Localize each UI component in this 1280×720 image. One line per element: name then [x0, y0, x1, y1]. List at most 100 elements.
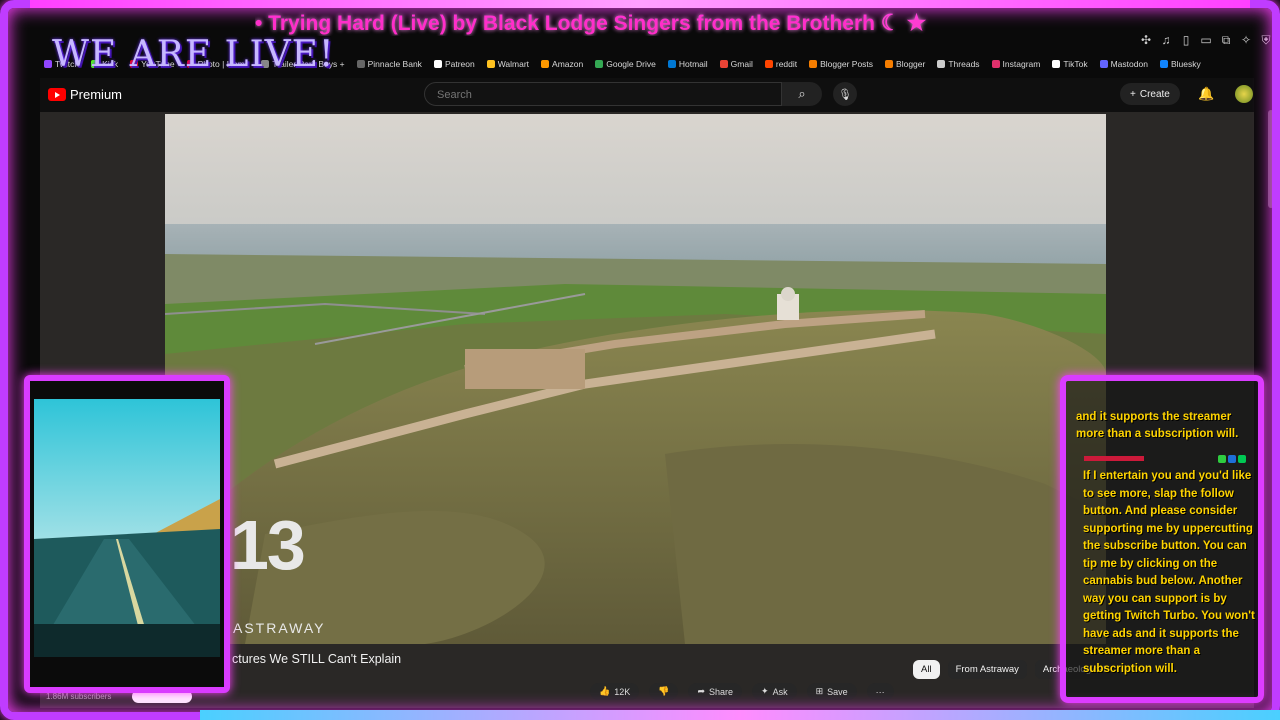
youtube-header: Premium ⌕ 🎙 + Create 🔔: [40, 78, 1254, 112]
bookmark-item[interactable]: Hotmail: [667, 59, 708, 69]
search-button[interactable]: ⌕: [782, 82, 822, 106]
search-icon: ⌕: [798, 86, 806, 101]
bookmark-item[interactable]: reddit: [764, 59, 798, 69]
sparkle-icon: ✦: [761, 686, 769, 696]
bookmark-favicon-icon: [595, 60, 604, 68]
bookmark-item[interactable]: Mastodon: [1099, 59, 1148, 69]
bookmark-label: Instagram: [1002, 59, 1041, 69]
bookmark-icon: ⊞: [815, 686, 824, 696]
video-player[interactable]: [165, 114, 1106, 644]
ask-button[interactable]: ✦ Ask: [752, 683, 797, 700]
video-actions-bar: 👍 12K 👎 ➦ Share ✦ Ask ⊞ Save ···: [590, 683, 894, 700]
bookmark-item[interactable]: Gmail: [719, 59, 753, 69]
thumbs-up-icon: 👍: [599, 686, 611, 696]
bookmark-item[interactable]: Blogger Posts: [809, 59, 873, 69]
webcam-overlay: [24, 375, 230, 693]
dislike-button[interactable]: 👎: [649, 683, 679, 700]
video-title: ctures We STILL Can't Explain: [232, 652, 402, 666]
youtube-premium-logo[interactable]: Premium: [48, 87, 122, 102]
bookmark-favicon-icon: [809, 60, 818, 68]
plus-icon: +: [1130, 88, 1136, 100]
bookmark-favicon-icon: [667, 60, 676, 68]
bookmark-item[interactable]: Bluesky: [1159, 59, 1201, 69]
bookmark-label: TikTok: [1063, 59, 1088, 69]
create-button[interactable]: + Create: [1120, 83, 1180, 105]
bookmark-label: Blogger Posts: [820, 59, 874, 69]
channel-watermark: ASTRAWAY: [233, 620, 326, 636]
bookmark-favicon-icon: [885, 60, 894, 68]
bookmark-label: Mastodon: [1110, 59, 1148, 69]
bookmark-item[interactable]: Patreon: [433, 59, 475, 69]
bookmark-favicon-icon: [486, 60, 495, 68]
chip-all[interactable]: All: [913, 660, 940, 679]
bookmark-favicon-icon: [937, 60, 946, 68]
bookmark-item[interactable]: Threads: [937, 59, 980, 69]
bookmark-label: Bluesky: [1170, 59, 1201, 69]
split-icon[interactable]: ⧉: [1220, 33, 1232, 48]
save-button[interactable]: ⊞ Save: [806, 683, 857, 700]
page-scrollbar[interactable]: [1268, 110, 1274, 208]
bookmark-label: Patreon: [444, 59, 475, 69]
share-icon: ➦: [697, 686, 705, 696]
bookmark-favicon-icon: [1099, 60, 1108, 68]
moon-star-icons: ☾ ★: [880, 10, 927, 35]
bookmark-favicon-icon: [541, 60, 550, 68]
moderator-badge-icon: [1228, 455, 1236, 463]
chat-previous-message: and it supports the streamer more than a…: [1076, 411, 1239, 440]
bookmark-label: reddit: [775, 59, 798, 69]
bookmark-favicon-icon: [1159, 60, 1168, 68]
bookmark-item[interactable]: Instagram: [991, 59, 1041, 69]
bookmark-label: Blogger: [896, 59, 926, 69]
fortress-aerial-video-frame: [165, 114, 1106, 644]
bookmark-favicon-icon: [1052, 60, 1061, 68]
bookmark-label: Amazon: [552, 59, 584, 69]
logo-text: Premium: [70, 87, 123, 102]
bookmark-label: Hotmail: [678, 59, 708, 69]
bookmark-favicon-icon: [356, 60, 365, 68]
more-actions-button[interactable]: ···: [866, 683, 894, 700]
bookmark-label: Google Drive: [606, 59, 656, 69]
chip-from-channel[interactable]: From Astraway: [947, 660, 1027, 679]
chat-message: If I entertain you and you'd like to see…: [1083, 470, 1255, 675]
bookmark-item[interactable]: Walmart: [486, 59, 529, 69]
window-icon[interactable]: ▭: [1200, 33, 1212, 48]
bookmark-item[interactable]: Blogger: [885, 59, 925, 69]
shield-icon[interactable]: ⛨: [1260, 33, 1272, 48]
user-avatar[interactable]: [1235, 85, 1253, 103]
like-button[interactable]: 👍 12K: [590, 683, 640, 700]
voice-search-button[interactable]: 🎙: [833, 82, 857, 106]
music-icon[interactable]: ♫: [1160, 33, 1172, 48]
chat-username: [1084, 456, 1144, 461]
now-playing-text: • Trying Hard (Live) by Black Lodge Sing…: [255, 12, 875, 35]
notifications-bell-icon[interactable]: 🔔: [1198, 86, 1214, 102]
live-banner: WE ARE LIVE!: [52, 34, 335, 75]
bookmark-label: Gmail: [730, 59, 753, 69]
search-input[interactable]: [435, 88, 769, 102]
bookmark-favicon-icon: [719, 60, 728, 68]
bookmark-label: Pinnacle Bank: [367, 59, 422, 69]
bookmark-label: Threads: [948, 59, 980, 69]
bot-badge-icon: [1238, 455, 1246, 463]
bookmark-item[interactable]: TikTok: [1052, 59, 1088, 69]
bookmark-item[interactable]: Amazon: [541, 59, 583, 69]
chat-overlay: and it supports the streamer more than a…: [1060, 375, 1264, 703]
sparkle-icon[interactable]: ✧: [1240, 33, 1252, 48]
bookmark-item[interactable]: Google Drive: [595, 59, 656, 69]
sidebar-icon[interactable]: ▯: [1180, 33, 1192, 48]
neon-top-bar: [30, 0, 1250, 8]
share-button[interactable]: ➦ Share: [688, 683, 743, 700]
neon-bottom-bar: [200, 710, 1280, 720]
microphone-icon: 🎙: [838, 88, 852, 101]
chapter-number-overlay: 13: [230, 506, 306, 584]
thumbs-down-icon: 👎: [658, 686, 670, 696]
create-label: Create: [1139, 88, 1170, 100]
youtube-play-icon: [48, 88, 66, 101]
bookmark-favicon-icon: [44, 60, 52, 68]
puzzle-icon[interactable]: ✣: [1140, 33, 1152, 48]
subscriber-count: 1.86M subscribers: [46, 692, 112, 701]
bookmark-favicon-icon: [991, 60, 1000, 68]
bookmark-favicon-icon: [764, 60, 773, 68]
now-playing-marquee: • Trying Hard (Live) by Black Lodge Sing…: [255, 10, 1105, 36]
verified-badge-icon: [1218, 455, 1226, 463]
bookmark-item[interactable]: Pinnacle Bank: [356, 59, 422, 69]
